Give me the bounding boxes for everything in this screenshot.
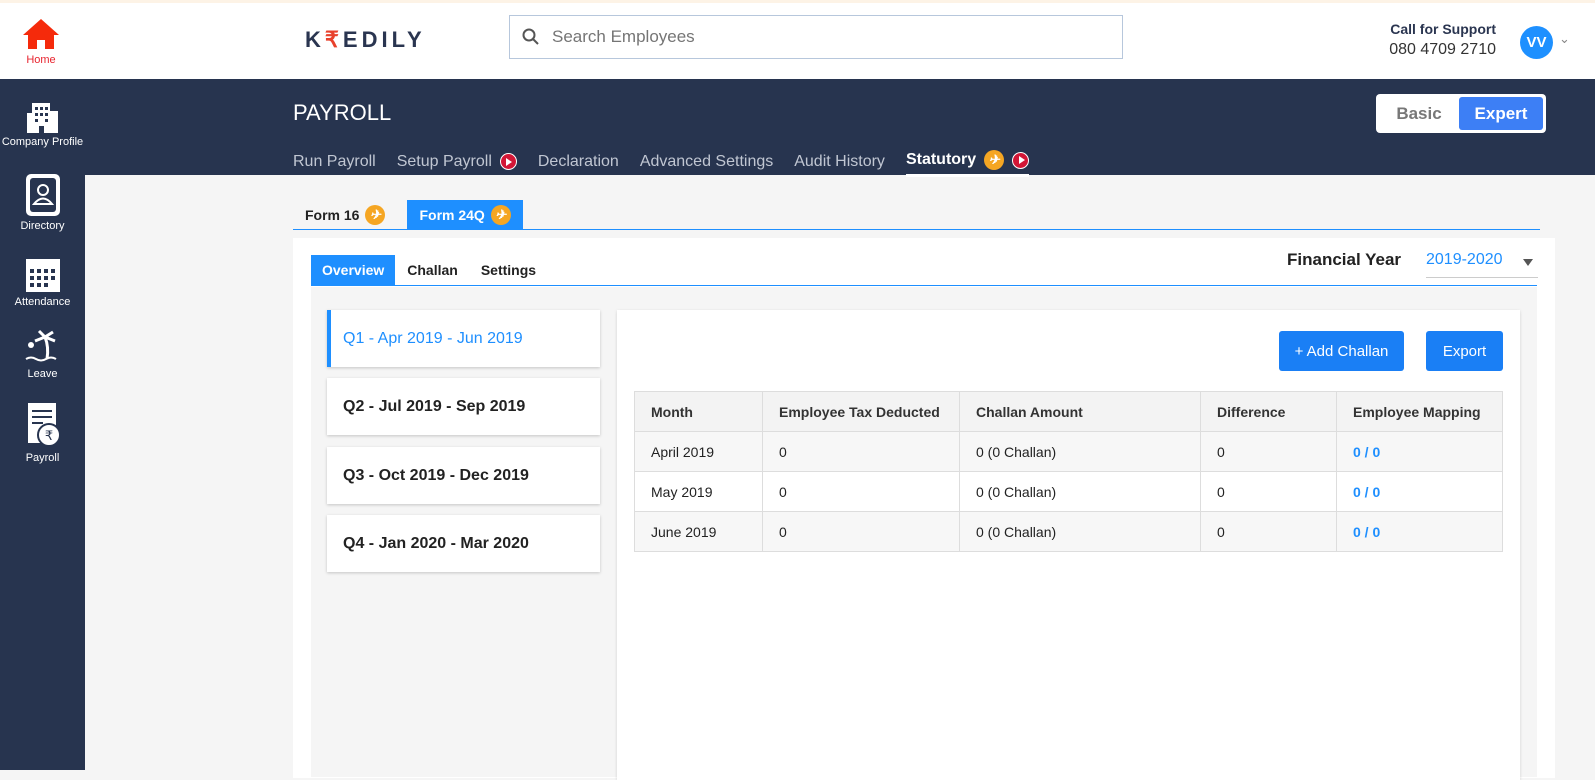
employee-mapping-link[interactable]: 0 / 0 (1336, 511, 1503, 552)
tab-statutory[interactable]: Statutory ✈ (905, 150, 1030, 177)
support-phone: 080 4709 2710 (1389, 41, 1496, 58)
cell-difference: 0 (1200, 431, 1337, 472)
financial-year-label: Financial Year (1287, 250, 1402, 269)
column-header: Employee Tax Deducted (762, 391, 960, 432)
table-row: June 2019 0 0 (0 Challan) 0 0 / 0 (634, 511, 1503, 552)
sidebar-item-label: Company Profile (1, 136, 84, 148)
cell-challan-amount: 0 (0 Challan) (959, 471, 1201, 512)
column-header: Challan Amount (959, 391, 1201, 432)
tab-overview[interactable]: Overview (311, 255, 396, 285)
tab-declaration[interactable]: Declaration (538, 150, 619, 177)
sidebar-item-label: Payroll (25, 452, 60, 464)
airplane-icon: ✈ (365, 204, 386, 225)
column-header: Employee Mapping (1336, 391, 1503, 432)
kredily-logo[interactable]: K₹EDILY (305, 27, 426, 53)
table-row: May 2019 0 0 (0 Challan) 0 0 / 0 (634, 471, 1503, 512)
challan-table: Month Employee Tax Deducted Challan Amou… (634, 391, 1503, 552)
sidebar-item-company-profile[interactable]: Company Profile (0, 99, 85, 148)
beach-icon (24, 329, 57, 362)
play-video-icon[interactable] (499, 153, 517, 170)
sidebar-item-label: Attendance (14, 296, 71, 308)
tab-form-24q[interactable]: Form 24Q ✈ (407, 200, 523, 229)
logo-rupee: ₹ (324, 27, 343, 52)
table-row: April 2019 0 0 (0 Challan) 0 0 / 0 (634, 431, 1503, 472)
search-box[interactable] (509, 15, 1123, 59)
tab-challan[interactable]: Challan (396, 255, 469, 285)
search-icon (522, 28, 539, 45)
tab-advanced-settings[interactable]: Advanced Settings (640, 150, 773, 177)
tab-label: Advanced Settings (639, 152, 774, 170)
tab-label: Statutory (905, 151, 977, 168)
cell-difference: 0 (1200, 511, 1337, 552)
column-header: Difference (1200, 391, 1337, 432)
tab-audit-history[interactable]: Audit History (794, 150, 885, 177)
chevron-down-icon[interactable]: ⌄ (1559, 31, 1570, 47)
cell-difference: 0 (1200, 471, 1337, 512)
employee-mapping-link[interactable]: 0 / 0 (1336, 431, 1503, 472)
airplane-icon: ✈ (490, 204, 511, 225)
payroll-nav: Run Payroll Setup Payroll Declaration Ad… (293, 150, 1030, 177)
sidebar-item-payroll[interactable]: ₹ Payroll (0, 401, 85, 464)
cell-challan-amount: 0 (0 Challan) (959, 431, 1201, 472)
play-video-icon[interactable] (1012, 151, 1030, 169)
add-challan-button[interactable]: + Add Challan (1279, 331, 1404, 371)
sidebar-item-label: Directory (20, 220, 65, 232)
basic-mode-button[interactable]: Basic (1379, 104, 1459, 124)
cell-tax-deducted: 0 (762, 431, 960, 472)
financial-year-select[interactable]: 2019-2020 (1426, 248, 1538, 278)
table-header-row: Month Employee Tax Deducted Challan Amou… (634, 391, 1503, 432)
search-input[interactable] (552, 27, 1092, 47)
expert-mode-button[interactable]: Expert (1459, 97, 1543, 130)
sidebar-item-attendance[interactable]: Attendance (0, 255, 85, 308)
form-tabs: Form 16 ✈ Form 24Q ✈ (293, 200, 1540, 230)
cell-challan-amount: 0 (0 Challan) (959, 511, 1201, 552)
tab-run-payroll[interactable]: Run Payroll (293, 150, 376, 177)
tab-label: Setup Payroll (396, 152, 492, 170)
building-icon (26, 103, 58, 133)
quarter-item-q3[interactable]: Q3 - Oct 2019 - Dec 2019 (327, 447, 600, 504)
airplane-icon: ✈ (984, 150, 1005, 170)
tab-settings[interactable]: Settings (470, 255, 547, 285)
sidebar-item-label: Leave (27, 368, 58, 380)
tab-form-16[interactable]: Form 16 ✈ (293, 200, 397, 229)
support-title: Call for Support (1390, 21, 1496, 37)
support-info: Call for Support 080 4709 2710 (1389, 21, 1496, 59)
logo-text: EDILY (342, 27, 426, 52)
sidebar: Company Profile Directory Attendance Lea… (0, 79, 85, 770)
quarter-item-q4[interactable]: Q4 - Jan 2020 - Mar 2020 (327, 515, 600, 572)
avatar[interactable]: VV (1520, 26, 1553, 59)
tab-label: Form 16 (305, 206, 360, 223)
tab-label: Declaration (537, 152, 619, 170)
cell-tax-deducted: 0 (762, 511, 960, 552)
quarter-item-q2[interactable]: Q2 - Jul 2019 - Sep 2019 (327, 378, 600, 435)
export-button[interactable]: Export (1426, 331, 1503, 371)
cell-month: June 2019 (634, 511, 763, 552)
svg-text:₹: ₹ (44, 428, 52, 443)
quarter-item-q1[interactable]: Q1 - Apr 2019 - Jun 2019 (327, 310, 600, 367)
sidebar-item-leave[interactable]: Leave (0, 329, 85, 380)
logo-text: K (305, 27, 325, 52)
home-label: Home (26, 54, 56, 66)
sidebar-item-directory[interactable]: Directory (0, 173, 85, 232)
page-title: PAYROLL (293, 100, 392, 125)
tab-label: Form 24Q (419, 206, 485, 223)
calendar-icon (25, 259, 60, 292)
top-bar: Home K₹EDILY Call for Support 080 4709 2… (0, 0, 1595, 79)
tab-setup-payroll[interactable]: Setup Payroll (397, 150, 517, 177)
employee-mapping-link[interactable]: 0 / 0 (1336, 471, 1503, 512)
tab-label: Audit History (794, 152, 885, 170)
home-icon (23, 19, 59, 49)
contact-book-icon (25, 174, 60, 216)
cell-month: April 2019 (634, 431, 763, 472)
column-header: Month (634, 391, 763, 432)
cell-month: May 2019 (634, 471, 763, 512)
mode-toggle: Basic Expert (1376, 94, 1546, 133)
home-link[interactable]: Home (18, 17, 64, 66)
cell-tax-deducted: 0 (762, 471, 960, 512)
tab-label: Run Payroll (293, 152, 376, 170)
payroll-icon: ₹ (27, 403, 61, 447)
